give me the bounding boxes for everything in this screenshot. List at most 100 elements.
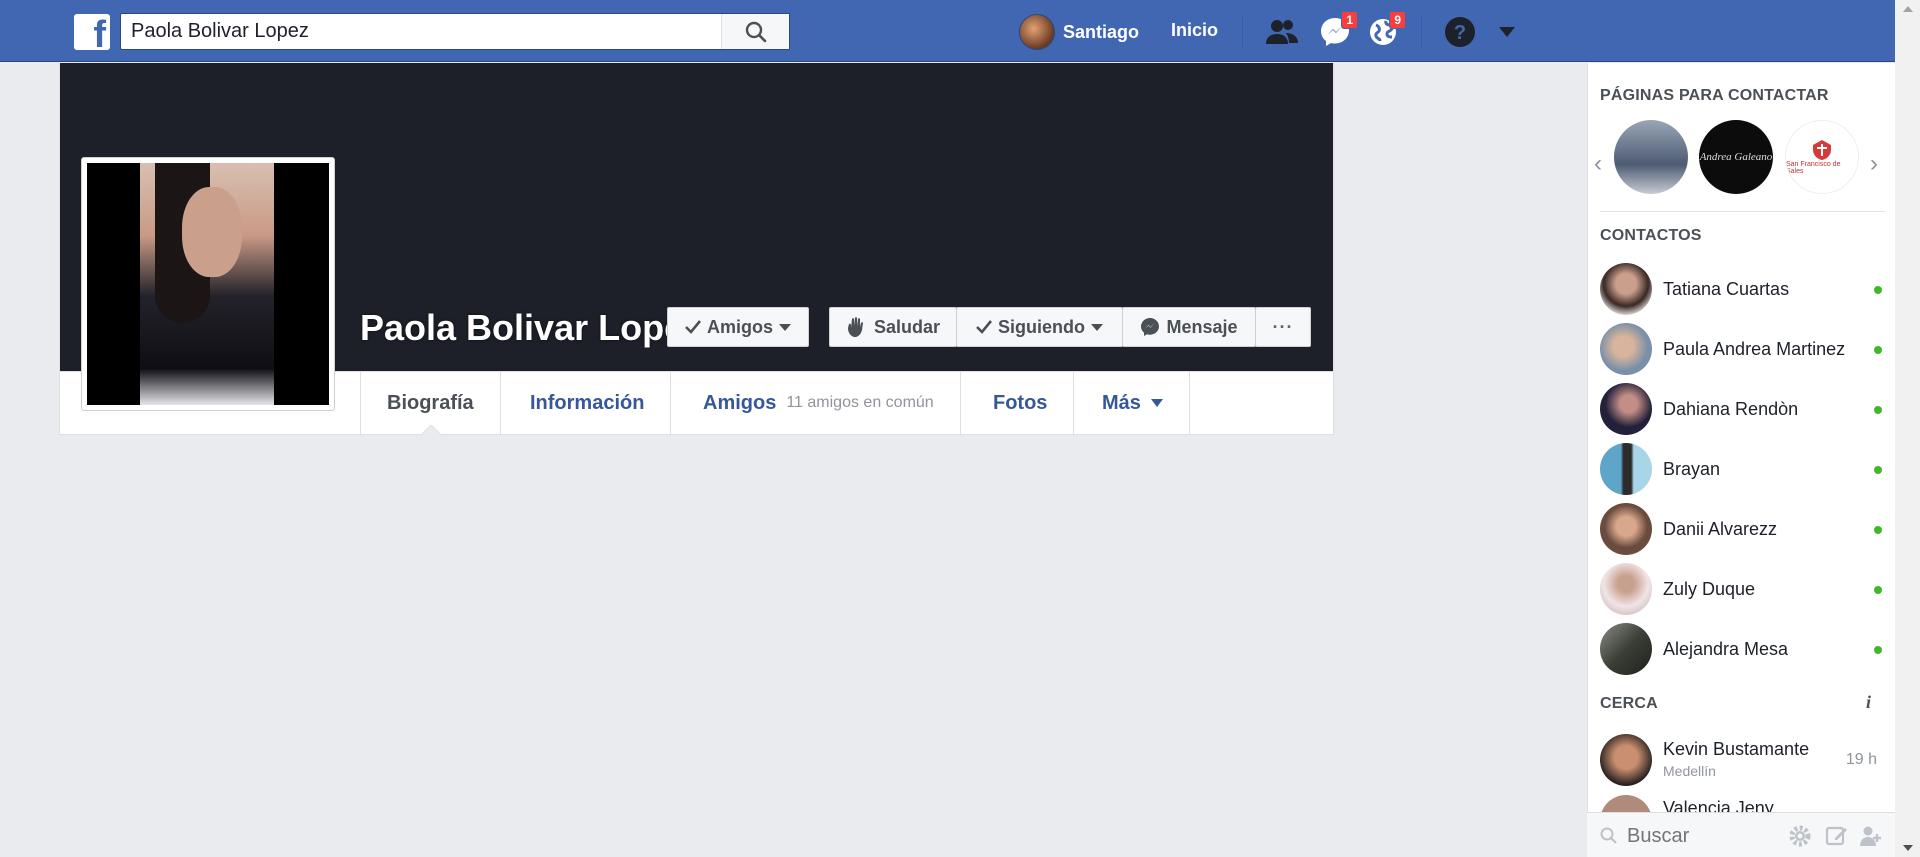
online-indicator — [1874, 646, 1882, 654]
tab-label: Fotos — [993, 391, 1048, 414]
compose-icon[interactable] — [1824, 823, 1850, 849]
contact-item[interactable]: Zuly Duque — [1600, 563, 1885, 615]
gear-icon[interactable] — [1787, 823, 1813, 849]
chevron-left-icon[interactable]: ‹ — [1594, 150, 1602, 178]
contact-item[interactable]: Tatiana Cuartas — [1600, 263, 1885, 315]
tab-about[interactable]: Información — [504, 371, 672, 435]
page-avatar-san-francisco[interactable]: San Francisco de Sales — [1785, 120, 1859, 194]
profile-shortcut[interactable]: Santiago — [1019, 14, 1139, 50]
page-avatar-andrea-galeano[interactable]: Andrea Galeano — [1699, 120, 1773, 194]
contact-name: Tatiana Cuartas — [1663, 278, 1790, 299]
notifications-button[interactable]: 9 — [1364, 11, 1406, 50]
friends-status-button[interactable]: Amigos — [667, 307, 809, 347]
online-indicator — [1874, 406, 1882, 414]
following-label: Siguiendo — [998, 316, 1085, 337]
friend-requests-button[interactable] — [1263, 14, 1301, 50]
chevron-down-icon — [779, 323, 791, 331]
avatar — [1600, 623, 1652, 675]
tab-friends[interactable]: Amigos 11 amigos en común — [677, 371, 961, 435]
online-indicator — [1874, 286, 1882, 294]
account-menu-button[interactable] — [1488, 14, 1526, 50]
search-input[interactable] — [121, 14, 721, 49]
profile-picture[interactable] — [81, 157, 335, 411]
messenger-icon — [1141, 318, 1160, 336]
contact-item[interactable]: Brayan — [1600, 443, 1885, 495]
message-label: Mensaje — [1166, 316, 1238, 337]
online-indicator — [1874, 466, 1882, 474]
online-indicator — [1874, 346, 1882, 354]
tab-more[interactable]: Más — [1076, 371, 1190, 435]
avatar — [1600, 383, 1652, 435]
nearby-contact-item[interactable]: Valencia Jeny — [1600, 792, 1885, 814]
page-avatar-store[interactable] — [1614, 120, 1688, 194]
tab-label: Más — [1102, 391, 1141, 414]
scroll-down-icon[interactable] — [1903, 845, 1913, 851]
mutual-friends-count: 11 amigos en común — [786, 394, 934, 411]
online-indicator — [1874, 526, 1882, 534]
facebook-logo-icon[interactable]: f — [74, 14, 110, 54]
divider — [1600, 211, 1885, 212]
messages-badge: 1 — [1341, 11, 1358, 29]
contact-name: Danii Alvarezz — [1663, 518, 1778, 539]
following-button[interactable]: Siguiendo — [956, 307, 1123, 347]
top-navigation-bar: f Santiago Inicio 1 9 ? — [0, 0, 1895, 62]
wave-hand-icon — [847, 317, 863, 337]
search-icon — [745, 21, 766, 42]
avatar — [1600, 443, 1652, 495]
chat-search-input[interactable] — [1627, 822, 1767, 850]
contact-item[interactable]: Dahiana Rendòn — [1600, 383, 1885, 435]
greet-label: Saludar — [873, 316, 941, 337]
page-logo-text: San Francisco de Sales — [1786, 161, 1841, 175]
last-active-time: 19 h — [1845, 751, 1877, 768]
tab-photos[interactable]: Fotos — [967, 371, 1075, 435]
contact-item[interactable]: Alejandra Mesa — [1600, 623, 1885, 675]
divider — [1242, 16, 1243, 48]
contact-location: Medellín — [1663, 763, 1716, 779]
friends-status-label: Amigos — [706, 316, 773, 337]
svg-text:?: ? — [1454, 22, 1466, 44]
nearby-contact-item[interactable]: Kevin Bustamante Medellín 19 h — [1600, 731, 1885, 787]
search-icon — [1600, 827, 1617, 844]
avatar — [1600, 323, 1652, 375]
info-icon[interactable]: i — [1866, 692, 1871, 713]
more-options-button[interactable]: ··· — [1255, 307, 1311, 347]
search-button[interactable] — [721, 14, 789, 49]
contact-name: Brayan — [1663, 458, 1721, 479]
notifications-badge: 9 — [1389, 11, 1406, 29]
chevron-down-icon — [1499, 27, 1515, 37]
nearby-heading: CERCA — [1600, 695, 1658, 712]
message-button[interactable]: Mensaje — [1122, 307, 1256, 347]
active-tab-indicator — [421, 425, 441, 435]
scroll-up-icon[interactable] — [1903, 6, 1913, 12]
messages-button[interactable]: 1 — [1316, 11, 1358, 50]
contact-item[interactable]: Danii Alvarezz — [1600, 503, 1885, 555]
search-box — [120, 13, 790, 50]
avatar — [1600, 734, 1652, 786]
online-indicator — [1874, 586, 1882, 594]
check-icon — [685, 320, 701, 334]
contact-name: Paula Andrea Martinez — [1663, 338, 1846, 359]
contact-item[interactable]: Paula Andrea Martinez — [1600, 323, 1885, 375]
page-logo-text: Andrea Galeano — [1699, 151, 1773, 163]
home-link[interactable]: Inicio — [1171, 20, 1218, 41]
pages-heading: PÁGINAS PARA CONTACTAR — [1600, 87, 1829, 104]
chevron-down-icon — [1091, 323, 1103, 331]
contacts-heading: CONTACTOS — [1600, 227, 1702, 244]
profile-name[interactable]: Paola Bolivar Lopez — [360, 307, 672, 349]
chevron-right-icon[interactable]: › — [1870, 150, 1878, 178]
avatar — [1600, 563, 1652, 615]
avatar — [1600, 503, 1652, 555]
chevron-down-icon — [1150, 399, 1163, 407]
chat-search-bar — [1587, 812, 1895, 857]
profile-photo — [87, 163, 329, 405]
greet-button[interactable]: Saludar — [829, 307, 957, 347]
help-icon: ? — [1445, 17, 1475, 47]
avatar — [1019, 14, 1055, 50]
user-name: Santiago — [1063, 21, 1140, 42]
more-icon: ··· — [1272, 316, 1294, 337]
help-button[interactable]: ? — [1441, 14, 1479, 50]
new-group-icon[interactable] — [1859, 823, 1885, 849]
page-scrollbar[interactable] — [1895, 0, 1920, 857]
tab-label: Amigos — [703, 391, 777, 414]
avatar — [1600, 263, 1652, 315]
